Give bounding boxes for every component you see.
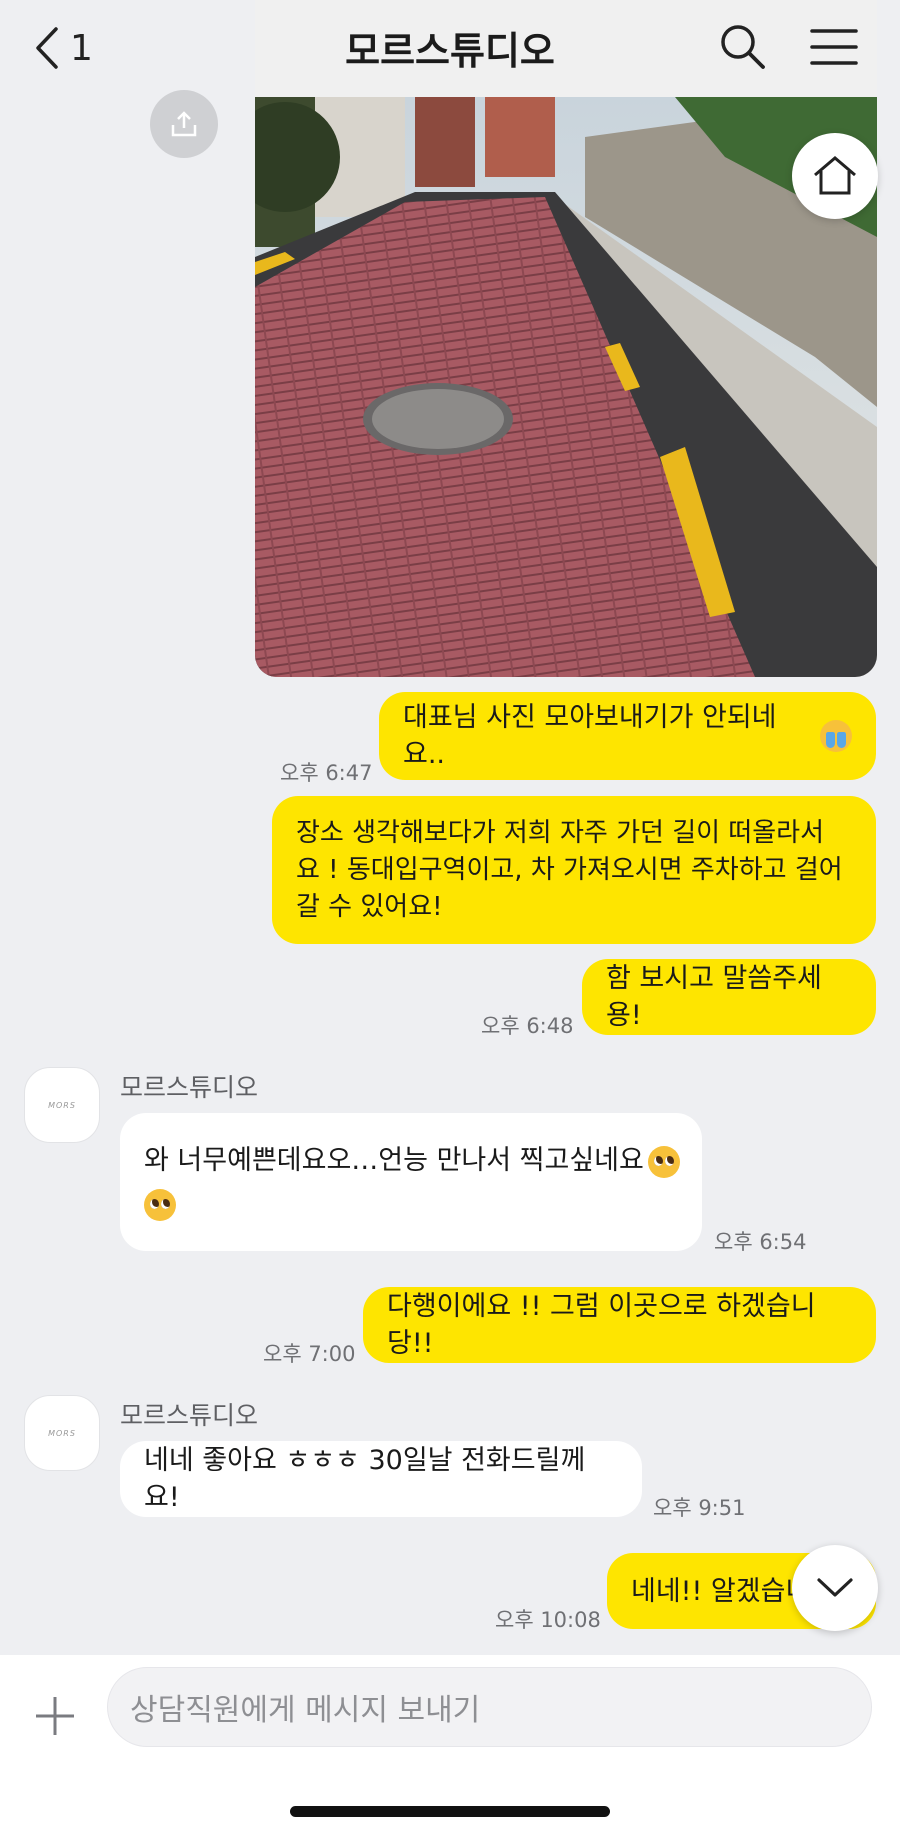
sender-name: 모르스튜디오 bbox=[120, 1401, 259, 1430]
message-text: 와 너무예쁜데요오…언능 만나서 찍고싶네요 bbox=[144, 1145, 644, 1176]
home-button[interactable] bbox=[792, 133, 878, 219]
avatar[interactable]: MORS bbox=[24, 1395, 100, 1471]
message-text: 대표님 사진 모아보내기가 안되네요.. bbox=[403, 702, 777, 770]
message-time: 오후 6:48 bbox=[481, 1014, 574, 1038]
my-message-bubble[interactable]: 대표님 사진 모아보내기가 안되네요.. bbox=[379, 692, 876, 780]
message-text: 네네 좋아요 ㅎㅎㅎ 30일날 전화드릴께요! bbox=[144, 1445, 586, 1513]
message-text-line: 갈 수 있어요! bbox=[296, 891, 443, 922]
search-icon bbox=[721, 25, 765, 69]
crying-face-emoji bbox=[820, 720, 852, 752]
chat-header: 1 모르스튜디오 bbox=[0, 0, 900, 97]
message-text-line: 요 ! 동대입구역이고, 차 가져오시면 주차하고 걸어 bbox=[296, 854, 843, 885]
shared-photo[interactable] bbox=[255, 97, 877, 677]
message-input[interactable]: 상담직원에게 메시지 보내기 bbox=[107, 1667, 872, 1747]
pleading-face-emoji bbox=[647, 1145, 680, 1178]
plus-icon bbox=[36, 1697, 74, 1735]
message-time: 오후 6:47 bbox=[280, 761, 373, 785]
avatar-logo: MORS bbox=[48, 1428, 76, 1438]
home-indicator bbox=[290, 1806, 610, 1817]
share-icon bbox=[171, 111, 197, 137]
hamburger-menu-icon bbox=[810, 29, 858, 65]
scroll-to-bottom-button[interactable] bbox=[792, 1545, 878, 1631]
input-placeholder: 상담직원에게 메시지 보내기 bbox=[130, 1693, 481, 1728]
avatar[interactable]: MORS bbox=[24, 1067, 100, 1143]
chevron-down-icon bbox=[817, 1578, 853, 1597]
share-button[interactable] bbox=[150, 90, 218, 158]
message-text: 함 보시고 말씀주세용! bbox=[606, 963, 822, 1031]
pleading-face-emoji bbox=[144, 1188, 176, 1221]
message-text-line: 장소 생각해보다가 저희 자주 가던 길이 떠올라서 bbox=[296, 817, 824, 848]
message-time: 오후 6:54 bbox=[714, 1230, 807, 1254]
message-time: 오후 9:51 bbox=[653, 1496, 746, 1520]
my-message-bubble[interactable]: 함 보시고 말씀주세용! bbox=[582, 959, 876, 1035]
road-photo-image bbox=[255, 97, 877, 677]
their-message-bubble[interactable]: 와 너무예쁜데요오…언능 만나서 찍고싶네요 bbox=[120, 1113, 702, 1251]
their-message-bubble[interactable]: 네네 좋아요 ㅎㅎㅎ 30일날 전화드릴께요! bbox=[120, 1441, 642, 1517]
menu-button[interactable] bbox=[808, 22, 860, 72]
message-time: 오후 7:00 bbox=[263, 1342, 356, 1366]
search-button[interactable] bbox=[718, 22, 768, 72]
message-time: 오후 10:08 bbox=[495, 1608, 601, 1632]
message-text: 네네!! 알겠습니 bbox=[631, 1575, 811, 1607]
my-message-bubble[interactable]: 다행이에요 !! 그럼 이곳으로 하겠습니당!! bbox=[363, 1287, 876, 1363]
home-icon bbox=[814, 156, 856, 195]
sender-name: 모르스튜디오 bbox=[120, 1073, 259, 1102]
avatar-logo: MORS bbox=[48, 1100, 76, 1110]
message-text: 다행이에요 !! 그럼 이곳으로 하겠습니당!! bbox=[387, 1291, 816, 1359]
attach-button[interactable] bbox=[34, 1695, 76, 1737]
my-message-bubble[interactable]: 장소 생각해보다가 저희 자주 가던 길이 떠올라서 요 ! 동대입구역이고, … bbox=[272, 796, 876, 944]
